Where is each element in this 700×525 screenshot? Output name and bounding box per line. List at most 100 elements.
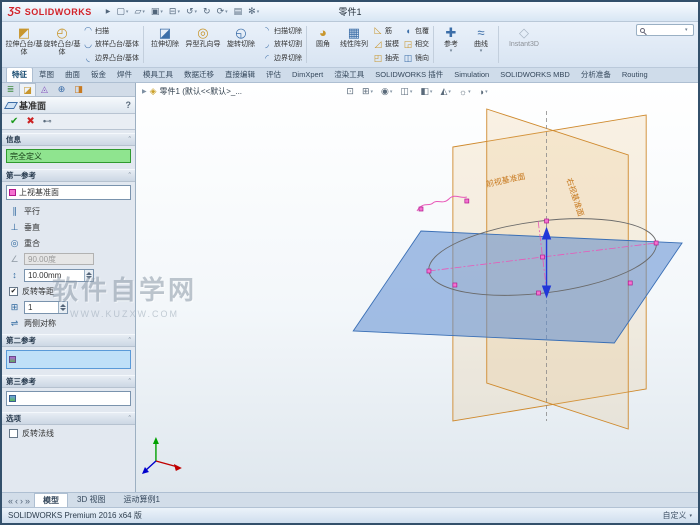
tab-simulation[interactable]: Simulation [449,68,494,82]
dimxpert-manager-tab[interactable]: ⊕ [53,83,70,96]
flip-offset-row[interactable]: ✔ 反转等距 [2,283,135,299]
redo-button[interactable]: ↻ [203,6,211,17]
lofted-cut-button[interactable]: ◞ 放样切割 [260,38,304,51]
tab-sheet-metal[interactable]: 钣金 [86,68,111,82]
offset-distance-input[interactable]: 10.00mm [24,268,94,282]
shell-button[interactable]: ◰ 抽壳 [371,52,401,65]
third-reference-selection-box[interactable] [6,391,131,406]
tab-render-tools[interactable]: 渲染工具 [329,68,369,82]
mirror-button[interactable]: ◫ 镜向 [401,52,431,65]
configuration-manager-tab[interactable]: ◬ [36,83,53,96]
extruded-boss-button[interactable]: ◩ 拉伸凸台/基体 [5,23,43,66]
property-manager-tab[interactable]: ◪ [19,83,36,96]
tab-addins[interactable]: SOLIDWORKS 插件 [370,68,448,82]
parallel-option[interactable]: ∥ 平行 [2,203,135,219]
copies-input[interactable]: 1 [24,300,68,314]
tab-weldments[interactable]: 焊件 [112,68,137,82]
undo-button[interactable]: ↺ ▾ [186,6,197,17]
spin-up-icon[interactable] [86,271,92,275]
sketch-point[interactable] [653,240,659,246]
third-reference-section-header[interactable]: 第三参考 ˆ [2,375,135,388]
customize-button[interactable]: 自定义 ▾ [662,510,692,521]
keep-visible-pin-button[interactable]: ⊷ [43,116,52,127]
tab-mold-tools[interactable]: 模具工具 [138,68,178,82]
edit-appearance-button[interactable]: ☼ ▾ [459,87,471,97]
graphics-viewport[interactable]: 前视基准面 右视基准面 ▶ ◈ 零件1 (默认<<默认>_... ⊡ ⊞ ▾ ◉… [136,83,698,492]
wrap-button[interactable]: ◖ 包覆 [401,24,431,37]
tab-model[interactable]: 模型 [34,493,69,507]
instant3d-button[interactable]: ◇ Instant3D [501,23,547,66]
rib-button[interactable]: ◺ 筋 [371,24,401,37]
copies-stepper[interactable] [58,301,67,313]
view-settings-button[interactable]: ◑ ▾ [479,87,488,97]
display-manager-tab[interactable]: ◨ [70,83,87,96]
cancel-button[interactable]: ✖ [26,116,34,127]
tab-routing[interactable]: Routing [617,68,653,82]
solidworks-search[interactable]: ▾ [636,24,694,36]
flip-normal-row[interactable]: 反转法线 [2,425,135,441]
swept-boss-button[interactable]: ◠ 扫描 [81,24,141,37]
coincident-option[interactable]: ◎ 重合 [2,235,135,251]
intersect-button[interactable]: ◲ 相交 [401,38,431,51]
midplane-option[interactable]: ⇌ 两侧对称 [2,315,135,331]
tab-analysis-prep[interactable]: 分析准备 [576,68,616,82]
draft-button[interactable]: ◿ 拔模 [371,38,401,51]
reference-geometry-button[interactable]: ✚ 参考 ▾ [436,23,466,66]
tab-surfaces[interactable]: 曲面 [60,68,85,82]
tab-evaluate[interactable]: 评估 [261,68,286,82]
boundary-boss-button[interactable]: ◟ 边界凸台/基体 [81,52,141,65]
open-button[interactable]: ▱ ▾ [134,6,144,17]
swept-cut-button[interactable]: ◝ 扫描切除 [260,24,304,37]
second-reference-section-header[interactable]: 第二参考 ˆ [2,334,135,347]
rebuild-button[interactable]: ⟳ ▾ [217,6,228,17]
first-reference-section-header[interactable]: 第一参考 ˆ [2,169,135,182]
linear-pattern-button[interactable]: ▦ 线性阵列 [337,23,371,66]
sketch-point[interactable] [544,218,549,224]
boundary-cut-button[interactable]: ◜ 边界切除 [260,52,304,65]
tab-3d-views[interactable]: 3D 视图 [68,492,114,507]
first-tab-button[interactable]: « [8,496,13,506]
tab-motion-study[interactable]: 运动算例1 [114,492,168,507]
options-button[interactable]: ✻ ▾ [248,6,259,17]
options-section-header[interactable]: 选项 ˆ [2,412,135,425]
zoom-area-button[interactable]: ⊞ ▾ [362,86,373,97]
sketch-point[interactable] [627,280,633,286]
display-style-button[interactable]: ◧ ▾ [420,86,432,97]
first-reference-selection-box[interactable]: 上视基准面 [6,185,131,200]
lofted-boss-button[interactable]: ◡ 放样凸台/基体 [81,38,141,51]
spin-down-icon[interactable] [86,275,92,279]
help-icon[interactable]: ? [126,100,132,110]
tab-sketch[interactable]: 草图 [34,68,59,82]
fillet-button[interactable]: ◕ 圆角 [309,23,337,66]
last-tab-button[interactable]: » [25,496,30,506]
section-view-button[interactable]: ◉ ▾ [381,86,392,97]
tab-features[interactable]: 特征 [6,67,33,82]
menu-expand-button[interactable]: ▶ [106,8,111,15]
sketch-point[interactable] [418,206,424,212]
ok-button[interactable]: ✔ [10,116,18,127]
prev-tab-button[interactable]: ‹ [15,496,18,506]
distance-stepper[interactable] [84,269,93,281]
message-section-header[interactable]: 信息 ˆ [2,133,135,146]
tab-data-migration[interactable]: 数据迁移 [179,68,219,82]
sketch-point[interactable] [536,290,541,296]
hide-show-items-button[interactable]: ◭ ▾ [440,86,450,97]
sketch-point[interactable] [426,268,432,274]
next-tab-button[interactable]: › [20,496,23,506]
tab-dimxpert[interactable]: DimXpert [287,68,328,82]
feature-manager-tab[interactable]: ≣ [2,83,19,96]
tab-direct-editing[interactable]: 直接编辑 [220,68,260,82]
tab-mbd[interactable]: SOLIDWORKS MBD [495,68,575,82]
sketch-point[interactable] [464,198,470,204]
file-properties-button[interactable]: ▤ [234,6,243,17]
view-orientation-button[interactable]: ◫ ▾ [400,86,412,97]
flip-offset-checkbox[interactable]: ✔ [9,286,18,296]
zoom-fit-button[interactable]: ⊡ [346,86,354,97]
curves-button[interactable]: ≈ 曲线 ▾ [466,23,496,66]
spin-up-icon[interactable] [60,303,66,307]
new-button[interactable]: ▢ ▾ [116,6,128,17]
flip-normal-checkbox[interactable] [9,428,18,438]
spin-down-icon[interactable] [60,307,66,311]
sketch-point[interactable] [540,254,545,260]
revolved-cut-button[interactable]: ◵ 旋转切除 [222,23,260,66]
